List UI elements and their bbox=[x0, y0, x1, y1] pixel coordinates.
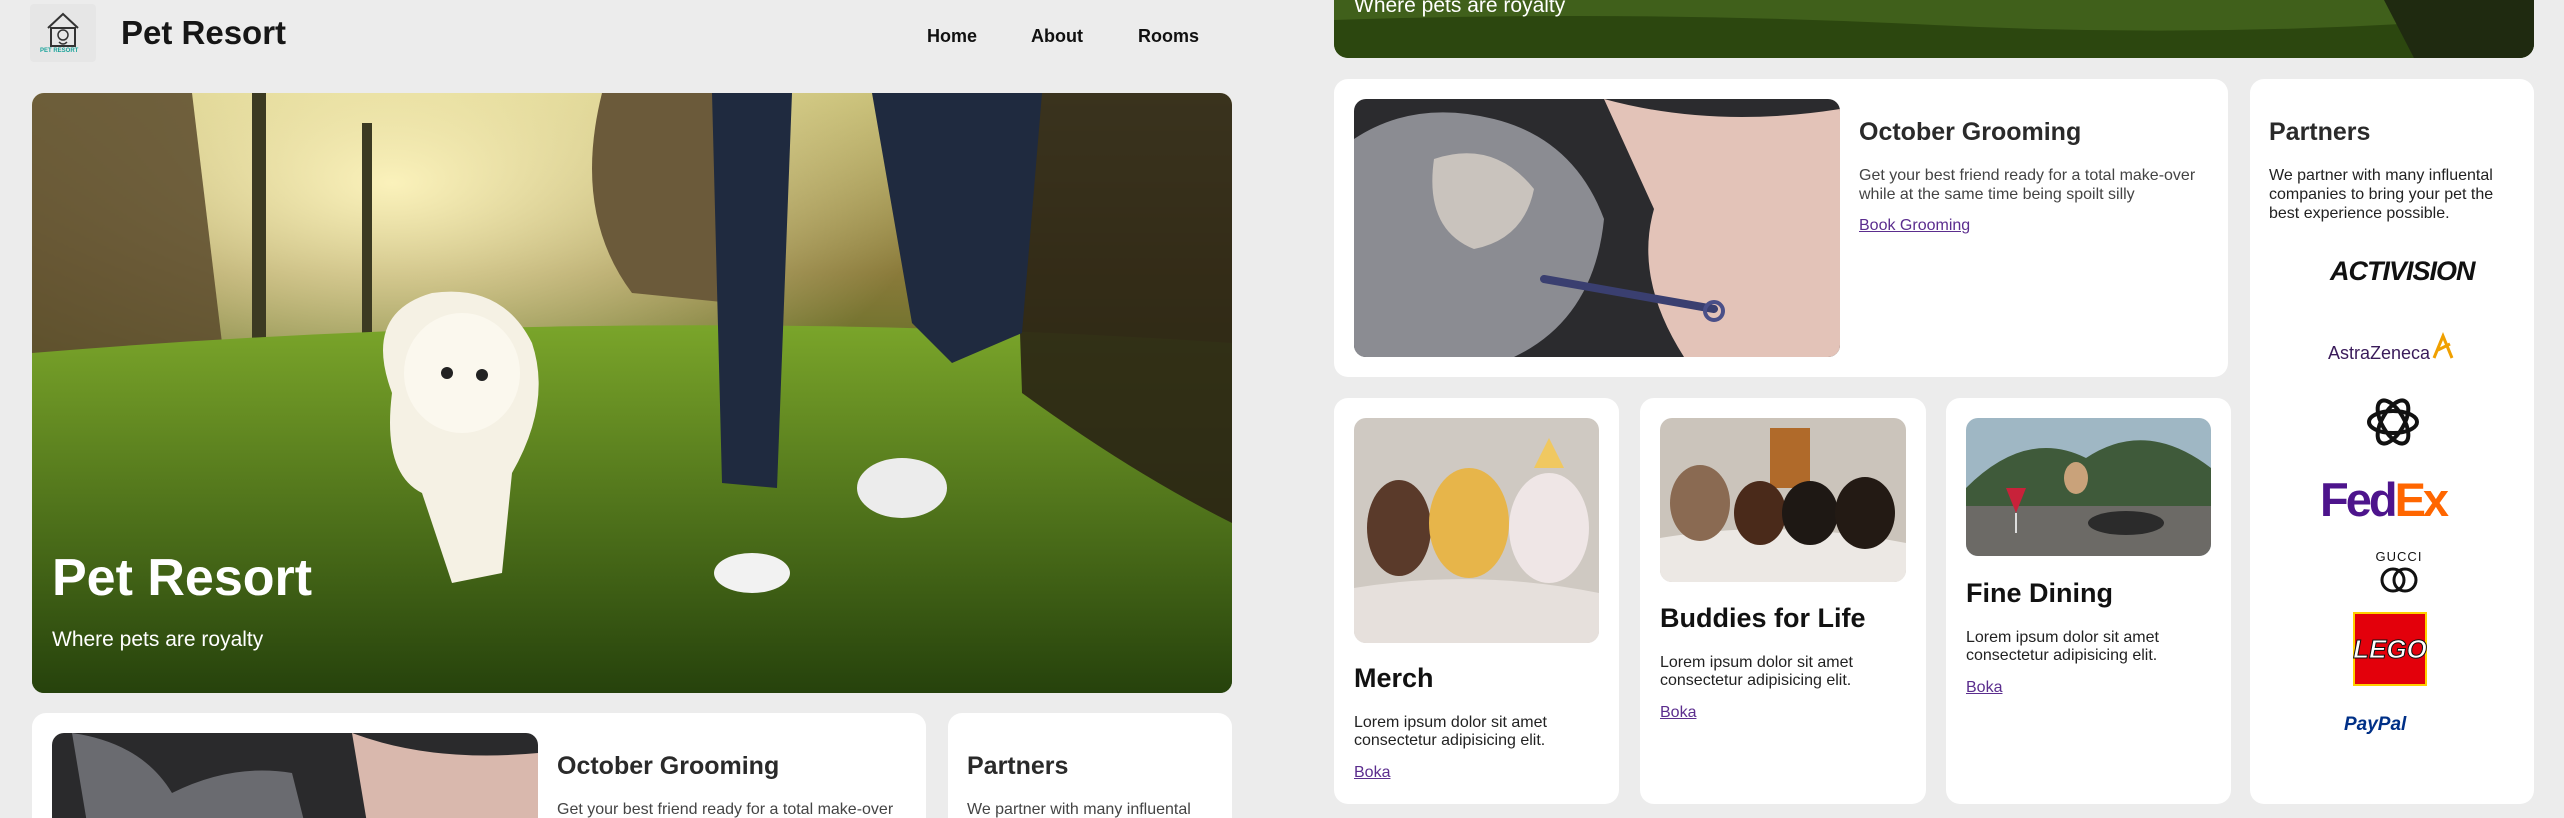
logo-text: PET RESORT bbox=[40, 48, 79, 54]
partners-card-full: Partners We partner with many influental… bbox=[2250, 79, 2534, 804]
activision-logo: ACTIVISION bbox=[2330, 256, 2476, 286]
brand-title: Pet Resort bbox=[121, 14, 287, 51]
gucci-logo: GUCCI bbox=[2369, 549, 2429, 601]
grooming-text: Get your best friend ready for a total m… bbox=[557, 801, 894, 818]
feature-text-dining: Lorem ipsum dolor sit amet consectetur a… bbox=[1966, 629, 2159, 665]
grooming-card: October Grooming Get your best friend re… bbox=[32, 713, 926, 818]
nav-about[interactable]: About bbox=[1031, 26, 1083, 47]
fedex-logo: FedEx bbox=[2320, 473, 2449, 526]
hero-title: Pet Resort bbox=[52, 549, 313, 607]
hero-banner-bottom: Where pets are royalty bbox=[1334, 0, 2534, 58]
gucci-gg-icon bbox=[2380, 567, 2418, 593]
dining-image bbox=[1966, 418, 2211, 556]
feature-link-dining[interactable]: Boka bbox=[1966, 679, 2002, 697]
feature-card-dining: Fine Dining Lorem ipsum dolor sit amet c… bbox=[1946, 398, 2231, 804]
grooming-title-full: October Grooming bbox=[1859, 118, 2082, 146]
feature-link-merch[interactable]: Boka bbox=[1354, 764, 1390, 782]
merch-image bbox=[1354, 418, 1599, 643]
feature-card-merch: Merch Lorem ipsum dolor sit amet consect… bbox=[1334, 398, 1619, 804]
grooming-description: Get your best friend ready for a total m… bbox=[1859, 167, 2196, 204]
grooming-image-full bbox=[1354, 99, 1840, 357]
feature-title-dining: Fine Dining bbox=[1966, 578, 2113, 608]
buddies-image bbox=[1660, 418, 1906, 582]
feature-title-buddies: Buddies for Life bbox=[1660, 603, 1866, 633]
hero-subtitle-scrolled: Where pets are royalty bbox=[1354, 0, 1566, 17]
feature-card-buddies: Buddies for Life Lorem ipsum dolor sit a… bbox=[1640, 398, 1926, 804]
nav-home[interactable]: Home bbox=[927, 26, 977, 47]
feature-text-buddies: Lorem ipsum dolor sit amet consectetur a… bbox=[1660, 654, 1853, 690]
feature-text-merch: Lorem ipsum dolor sit amet consectetur a… bbox=[1354, 714, 1547, 750]
openai-logo bbox=[2364, 393, 2422, 456]
partners-description: We partner with many influental companie… bbox=[2269, 167, 2494, 223]
hero-banner: Pet Resort Where pets are royalty bbox=[32, 93, 1232, 693]
feature-title-merch: Merch bbox=[1354, 663, 1434, 693]
partners-title-full: Partners bbox=[2269, 118, 2371, 146]
partners-title: Partners bbox=[967, 752, 1069, 780]
site-header: PET RESORT Pet Resort Home About Rooms bbox=[0, 0, 1262, 66]
lego-logo: LEGO bbox=[2353, 612, 2427, 686]
astrazeneca-symbol-icon bbox=[2432, 332, 2454, 359]
paypal-logo: PayPal bbox=[2344, 714, 2407, 735]
page-view-right: Where pets are royalty October Grooming … bbox=[1262, 0, 2564, 818]
page-view-left: PET RESORT Pet Resort Home About Rooms P… bbox=[0, 0, 1262, 818]
feature-link-buddies[interactable]: Boka bbox=[1660, 704, 1696, 722]
openai-knot-icon bbox=[2367, 398, 2419, 446]
partners-text: We partner with many influental bbox=[967, 801, 1191, 818]
site-logo[interactable]: PET RESORT bbox=[30, 4, 96, 62]
partners-card: Partners We partner with many influental bbox=[948, 713, 1232, 818]
astrazeneca-logo: AstraZeneca bbox=[2328, 332, 2458, 372]
hero-subtitle: Where pets are royalty bbox=[52, 628, 264, 651]
grooming-title: October Grooming bbox=[557, 752, 780, 780]
grooming-image bbox=[52, 733, 538, 818]
book-grooming-link[interactable]: Book Grooming bbox=[1859, 217, 1970, 235]
grooming-card-full: October Grooming Get your best friend re… bbox=[1334, 79, 2228, 377]
nav-rooms[interactable]: Rooms bbox=[1138, 26, 1199, 47]
